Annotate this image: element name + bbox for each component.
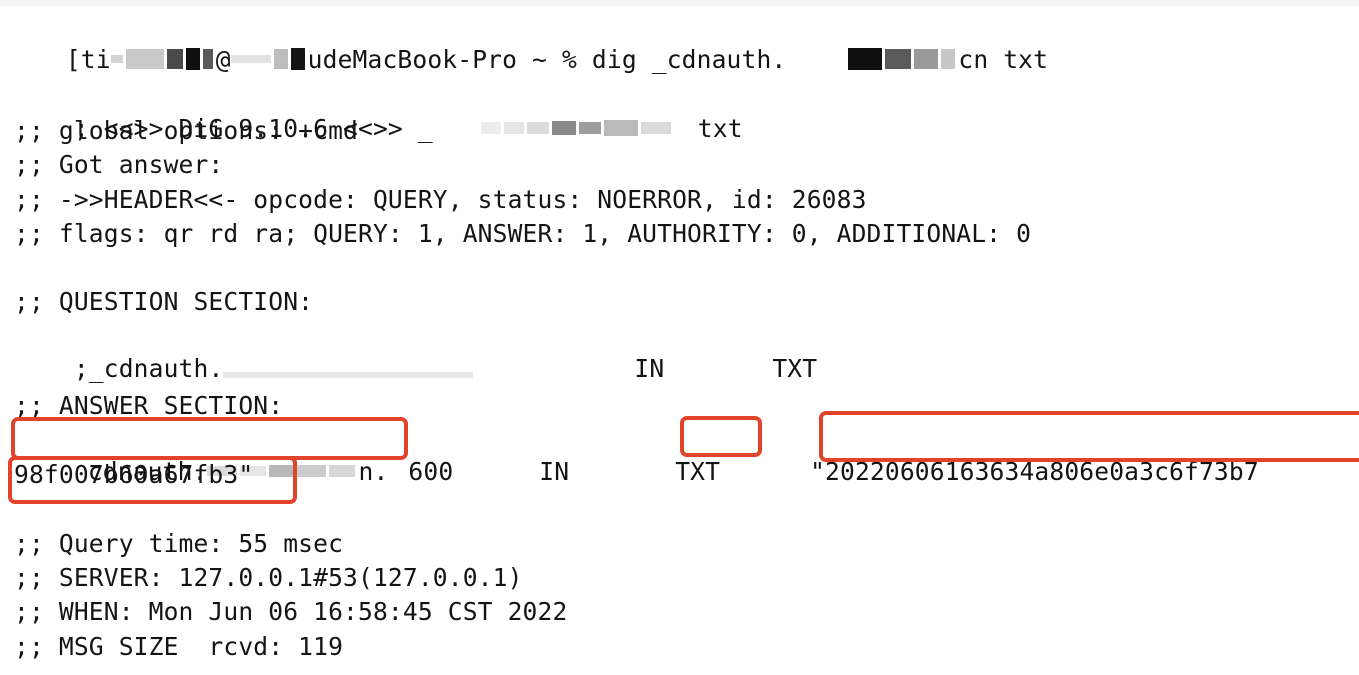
prompt-at: @ (215, 45, 231, 74)
msg-size-line: ;; MSG SIZE rcvd: 119 (14, 632, 344, 661)
answer-record: cdnauth. n. 600 IN TXT "20220606163634a806e0a… (14, 424, 1259, 486)
redacted-question-domain (223, 358, 476, 390)
when-line: ;; WHEN: Mon Jun 06 16:58:45 CST 2022 (14, 597, 568, 626)
flags-line: ;; flags: qr rd ra; QUERY: 1, ANSWER: 1,… (14, 219, 1032, 248)
question-class: IN (634, 354, 665, 383)
answer-value-continuation: 98f007b60a67fb3" (14, 460, 254, 489)
header-line: ;; ->>HEADER<<- opcode: QUERY, status: N… (14, 185, 867, 214)
command-suffix: cn txt (958, 45, 1049, 74)
answer-section-heading: ;; ANSWER SECTION: (14, 391, 284, 420)
redacted-username (110, 42, 216, 74)
got-answer-line: ;; Got answer: (14, 150, 224, 179)
question-type: TXT (772, 354, 818, 383)
redacted-query-name (480, 111, 674, 143)
prompt-user: [ti (65, 45, 111, 74)
answer-value-line1: "20220606163634a806e0a3c6f73b7 (810, 457, 1259, 486)
terminal-window[interactable]: [ti @ udeMacBook-Pro ~ % dig _cdnauth. cn t… (0, 0, 1359, 675)
prompt-host: udeMacBook-Pro (307, 45, 518, 74)
query-time-line: ;; Query time: 55 msec (14, 529, 344, 558)
answer-name-end: n. (358, 457, 389, 486)
answer-ttl: 600 (408, 457, 454, 486)
command-text: dig _cdnauth. (591, 45, 787, 74)
global-options-line: ;; global options: +cmd (14, 116, 359, 145)
answer-type: TXT (675, 457, 721, 486)
prompt-symbol: % (561, 45, 577, 74)
dig-banner: ; <<>> DiG 9.10.6 <<>> _ txt (14, 81, 743, 143)
answer-class: IN (539, 457, 570, 486)
question-record: ;_cdnauth. IN TXT (14, 321, 817, 383)
prompt-dir: ~ (532, 45, 548, 74)
question-name: ;_cdnauth. (73, 354, 224, 383)
server-line: ;; SERVER: 127.0.0.1#53(127.0.0.1) (14, 563, 523, 592)
dig-banner-suffix: txt (697, 114, 743, 143)
window-top-edge (0, 0, 1359, 6)
redacted-host (230, 42, 308, 74)
redacted-domain (848, 42, 958, 74)
question-section-heading: ;; QUESTION SECTION: (14, 287, 314, 316)
command-line: [ti @ udeMacBook-Pro ~ % dig _cdnauth. cn t… (6, 12, 1048, 74)
